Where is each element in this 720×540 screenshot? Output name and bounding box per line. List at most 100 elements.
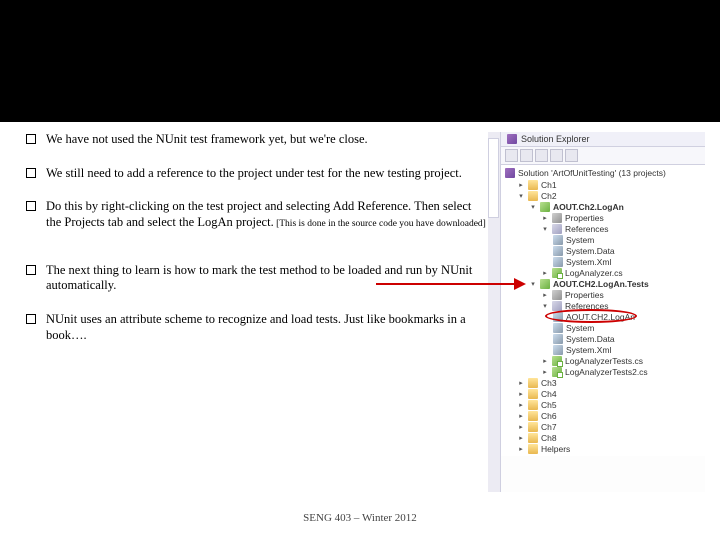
toolbar-button[interactable] <box>520 149 533 162</box>
assembly-icon <box>553 235 563 245</box>
expander-icon[interactable]: ▸ <box>517 445 525 453</box>
reference-item[interactable]: System.Data <box>505 245 701 256</box>
properties-label: Properties <box>565 290 604 300</box>
project-label: AOUT.Ch2.LogAn <box>553 202 624 212</box>
solution-explorer-tree: Solution 'ArtOfUnitTesting' (13 projects… <box>501 165 705 456</box>
file-label: LogAnalyzer.cs <box>565 268 623 278</box>
folder-icon <box>528 400 538 410</box>
folder-icon <box>528 444 538 454</box>
expander-icon[interactable]: ▸ <box>517 379 525 387</box>
references-icon <box>552 301 562 311</box>
assembly-icon <box>553 345 563 355</box>
reference-item[interactable]: System.Xml <box>505 344 701 355</box>
expander-icon[interactable]: ▾ <box>529 280 537 288</box>
bullet-box-icon <box>26 168 36 178</box>
slide-content: We have not used the NUnit test framewor… <box>0 122 720 492</box>
folder-node[interactable]: ▸Ch1 <box>505 179 701 190</box>
reference-item-highlighted[interactable]: AOUT.CH2.LogAn <box>505 311 701 322</box>
references-node[interactable]: ▾References <box>505 300 701 311</box>
expander-icon[interactable]: ▾ <box>541 225 549 233</box>
folder-label: Helpers <box>541 444 570 454</box>
folder-node[interactable]: ▸Ch3 <box>505 377 701 388</box>
expander-icon[interactable]: ▸ <box>541 214 549 222</box>
solution-explorer-title: Solution Explorer <box>501 132 705 147</box>
folder-icon <box>528 180 538 190</box>
solution-explorer-icon <box>507 134 517 144</box>
bullet-4: The next thing to learn is how to mark t… <box>26 263 488 294</box>
expander-icon[interactable]: ▾ <box>541 302 549 310</box>
expander-icon[interactable]: ▸ <box>517 412 525 420</box>
folder-node[interactable]: ▸ Ch7 <box>505 421 701 432</box>
solution-node[interactable]: Solution 'ArtOfUnitTesting' (13 projects… <box>505 167 701 179</box>
properties-node[interactable]: ▸ Properties <box>505 289 701 300</box>
bullet-3-note: [This is done in the source code you hav… <box>274 219 486 229</box>
expander-icon[interactable]: ▸ <box>541 269 549 277</box>
folder-icon <box>528 411 538 421</box>
toolbar-button[interactable] <box>565 149 578 162</box>
csharp-file-icon <box>552 268 562 278</box>
bullet-2-text: We still need to add a reference to the … <box>46 166 488 182</box>
bullet-5: NUnit uses an attribute scheme to recogn… <box>26 312 488 343</box>
reference-label: System.Xml <box>566 257 611 267</box>
folder-icon <box>528 378 538 388</box>
expander-icon[interactable]: ▸ <box>541 368 549 376</box>
expander-icon[interactable]: ▸ <box>541 357 549 365</box>
assembly-icon <box>553 312 563 322</box>
solution-explorer-toolbar <box>501 147 705 165</box>
folder-node[interactable]: ▸ Ch5 <box>505 399 701 410</box>
bullet-box-icon <box>26 134 36 144</box>
expander-icon[interactable]: ▾ <box>529 203 537 211</box>
project-node[interactable]: ▾ AOUT.Ch2.LogAn <box>505 201 701 212</box>
csharp-file-icon <box>552 356 562 366</box>
bullet-box-icon <box>26 201 36 211</box>
assembly-icon <box>553 257 563 267</box>
reference-label: System.Xml <box>566 345 611 355</box>
csproj-icon <box>540 279 550 289</box>
expander-icon[interactable]: ▸ <box>517 390 525 398</box>
bullet-list: We have not used the NUnit test framewor… <box>26 132 500 492</box>
folder-node[interactable]: ▸Ch6 <box>505 410 701 421</box>
csproj-icon <box>540 202 550 212</box>
file-label: LogAnalyzerTests2.cs <box>565 367 648 377</box>
expander-icon[interactable]: ▸ <box>517 434 525 442</box>
reference-item[interactable]: System <box>505 322 701 333</box>
expander-icon[interactable]: ▸ <box>541 291 549 299</box>
file-node[interactable]: ▸ LogAnalyzerTests2.cs <box>505 366 701 377</box>
properties-icon <box>552 213 562 223</box>
folder-label: Ch7 <box>541 422 557 432</box>
file-node[interactable]: ▸ LogAnalyzer.cs <box>505 267 701 278</box>
folder-node[interactable]: ▸ Helpers <box>505 443 701 454</box>
folder-node[interactable]: ▸ Ch4 <box>505 388 701 399</box>
project-node[interactable]: ▾AOUT.CH2.LogAn.Tests <box>505 278 701 289</box>
reference-item[interactable]: System <box>505 234 701 245</box>
assembly-icon <box>553 334 563 344</box>
file-label: LogAnalyzerTests.cs <box>565 356 643 366</box>
expander-icon[interactable]: ▸ <box>517 181 525 189</box>
bullet-2: We still need to add a reference to the … <box>26 166 488 182</box>
expander-icon[interactable]: ▸ <box>517 423 525 431</box>
toolbar-button[interactable] <box>535 149 548 162</box>
toolbar-button[interactable] <box>550 149 563 162</box>
bullet-4-text: The next thing to learn is how to mark t… <box>46 263 488 294</box>
solution-explorer-title-text: Solution Explorer <box>521 134 590 144</box>
folder-icon <box>528 433 538 443</box>
reference-item[interactable]: System.Data <box>505 333 701 344</box>
bullet-box-icon <box>26 265 36 275</box>
side-tab[interactable] <box>488 138 499 218</box>
reference-item[interactable]: System.Xml <box>505 256 701 267</box>
expander-icon[interactable]: ▸ <box>517 401 525 409</box>
folder-icon <box>528 422 538 432</box>
toolbar-button[interactable] <box>505 149 518 162</box>
file-node[interactable]: ▸ LogAnalyzerTests.cs <box>505 355 701 366</box>
expander-icon[interactable]: ▾ <box>517 192 525 200</box>
folder-icon <box>528 389 538 399</box>
references-node[interactable]: ▾References <box>505 223 701 234</box>
folder-node[interactable]: ▸Ch8 <box>505 432 701 443</box>
properties-node[interactable]: ▸Properties <box>505 212 701 223</box>
bullet-box-icon <box>26 314 36 324</box>
folder-node[interactable]: ▾Ch2 <box>505 190 701 201</box>
folder-label: Ch4 <box>541 389 557 399</box>
slide-header <box>0 0 720 122</box>
folder-label: Ch5 <box>541 400 557 410</box>
properties-icon <box>552 290 562 300</box>
